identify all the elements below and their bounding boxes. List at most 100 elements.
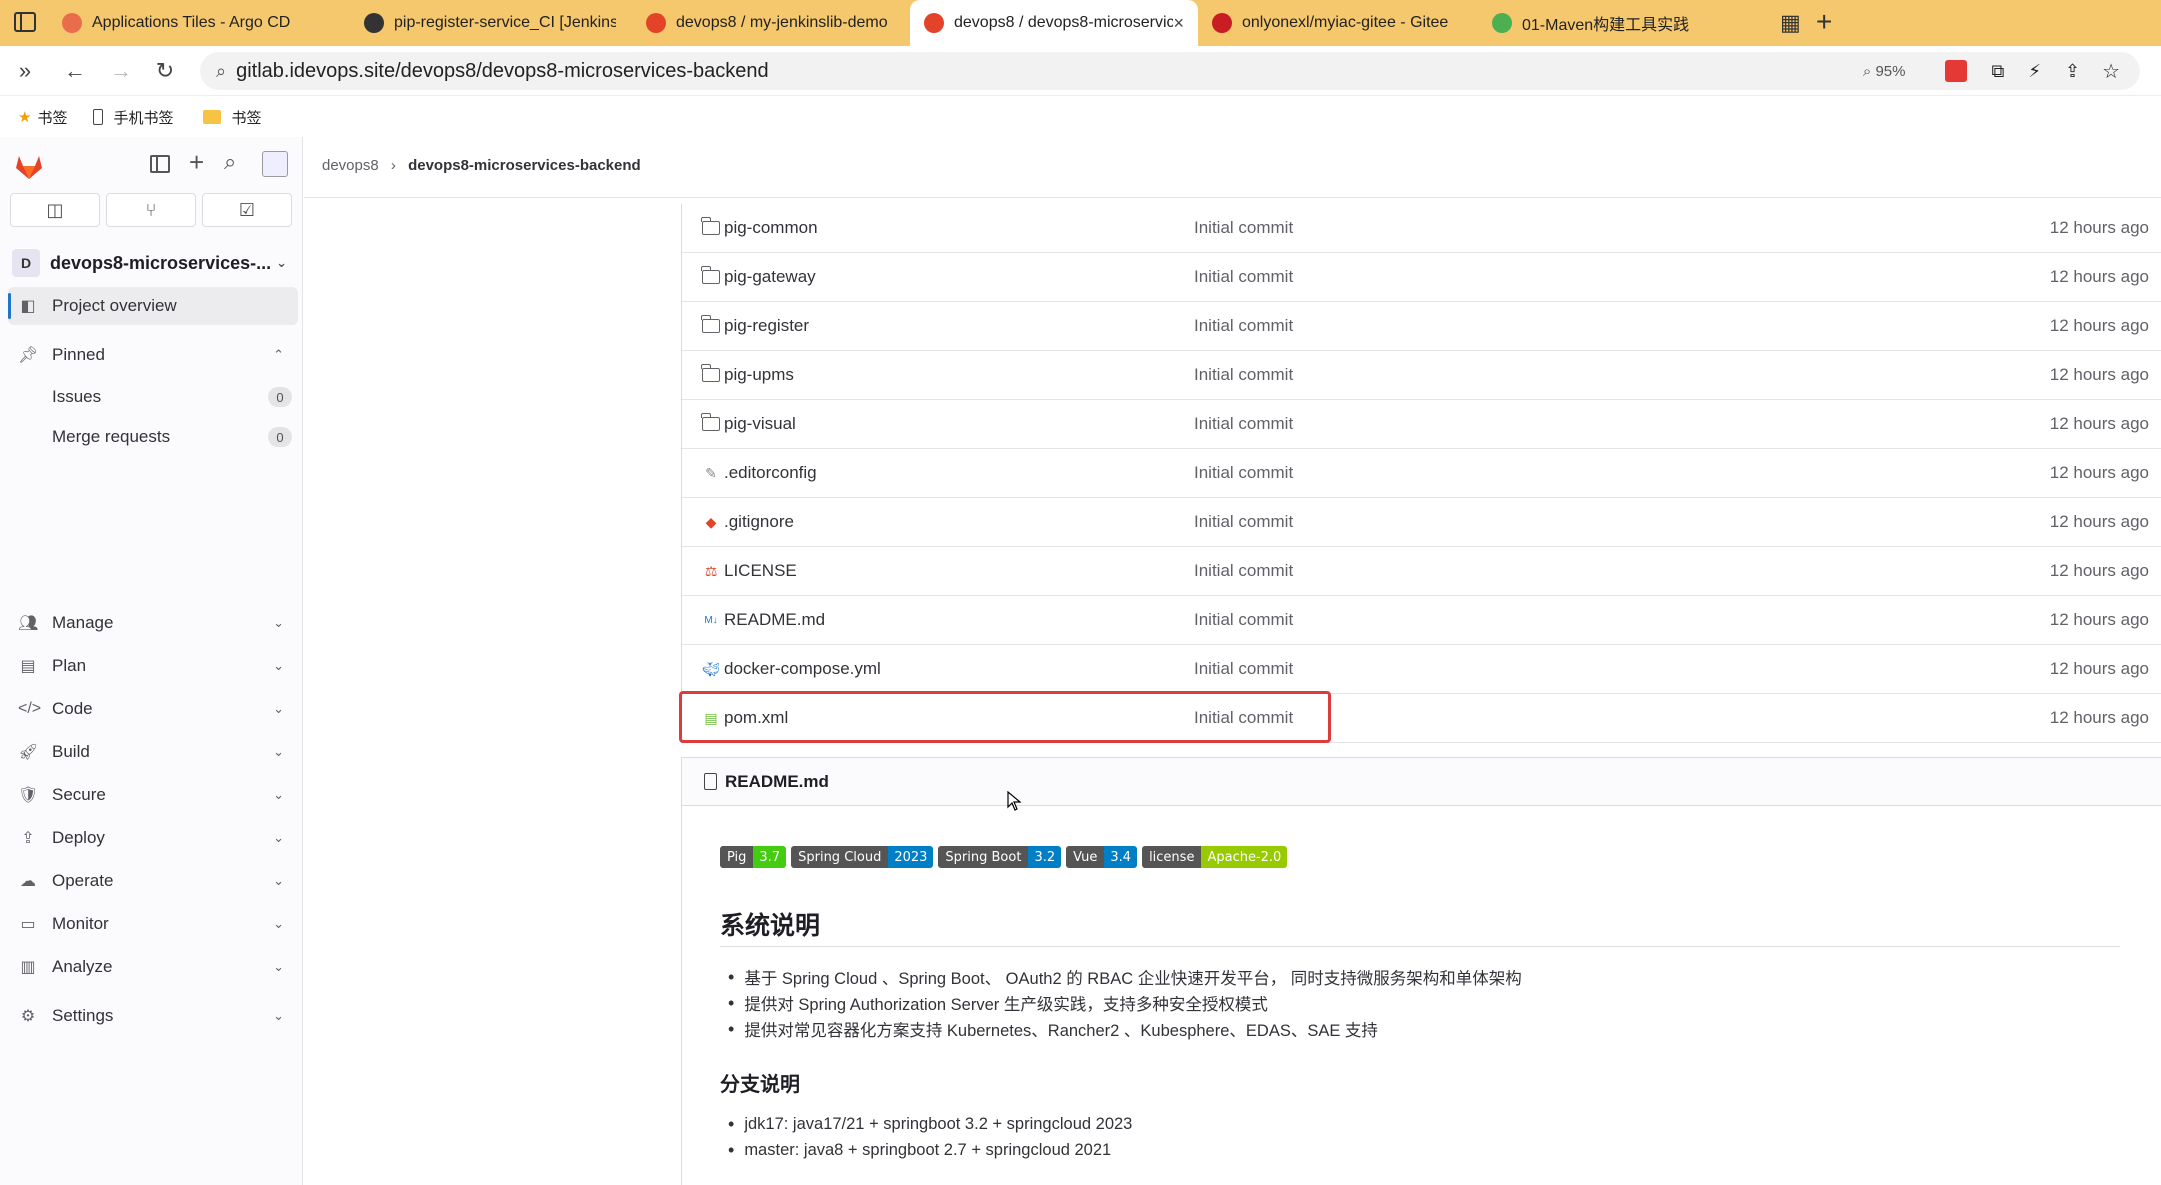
sidebar-toggle-icon[interactable] [14, 12, 36, 32]
nav-monitor[interactable]: ▭ Monitor ⌄ [8, 905, 298, 943]
commit-message[interactable]: Initial commit [1194, 365, 1293, 385]
file-name[interactable]: pig-gateway [724, 267, 816, 287]
commit-message[interactable]: Initial commit [1194, 414, 1293, 434]
browser-tab[interactable]: devops8 / devops8-microservices × [910, 0, 1198, 46]
todo-button[interactable]: ☑ [202, 193, 292, 227]
nav-pinned[interactable]: 📌︎ Pinned ⌃ [8, 336, 298, 374]
browser-tab[interactable]: 01-Maven构建工具实践 [1478, 0, 1758, 46]
commit-message[interactable]: Initial commit [1194, 512, 1293, 532]
file-name[interactable]: pig-upms [724, 365, 794, 385]
mouse-cursor-icon [1007, 791, 1021, 811]
readme-heading-branch: 分支说明 [720, 1074, 800, 1096]
nav-secure[interactable]: 🛡︎ Secure ⌄ [8, 776, 298, 814]
reload-icon[interactable]: ↻ [152, 58, 178, 84]
bookmark-item[interactable]: ★ 书签 [18, 107, 67, 128]
browser-tab[interactable]: pip-register-service_CI [Jenkins] [350, 0, 630, 46]
folder-shape [701, 217, 720, 235]
file-name[interactable]: README.md [724, 610, 825, 630]
extension-icon[interactable] [1945, 60, 1968, 82]
table-row[interactable]: ◆ .gitignore Initial commit 12 hours ago [682, 498, 2161, 547]
bookmark-item[interactable]: 手机书签 [93, 107, 173, 128]
tab-grid-icon[interactable]: ▦ [1780, 10, 1801, 36]
zoom-indicator[interactable]: ⌕ 95% [1863, 63, 1906, 80]
file-name[interactable]: docker-compose.yml [724, 659, 881, 679]
bookmarks-bar: ★ 书签 手机书签 书签 [0, 97, 2161, 137]
table-row[interactable]: 🐳︎ docker-compose.yml Initial commit 12 hou… [682, 645, 2161, 694]
breadcrumb-project[interactable]: devops8-microservices-backend [408, 157, 641, 174]
back-icon[interactable]: ← [62, 58, 88, 84]
search-icon: ⌕ [216, 60, 227, 81]
project-switcher[interactable]: D devops8-microservices-... ⌄ [12, 241, 297, 285]
forward-icon[interactable]: → [108, 58, 134, 84]
commit-message[interactable]: Initial commit [1194, 463, 1293, 483]
nav-issues[interactable]: Issues 0 [52, 379, 292, 415]
commit-message[interactable]: Initial commit [1194, 316, 1293, 336]
new-tab-icon[interactable]: + [1816, 6, 1832, 38]
browser-tab[interactable]: Applications Tiles - Argo CD [48, 0, 338, 46]
nav-analyze[interactable]: ▥ Analyze ⌄ [8, 948, 298, 986]
breadcrumb-group[interactable]: devops8 [322, 157, 379, 174]
commit-message[interactable]: Initial commit [1194, 267, 1293, 287]
star-icon[interactable]: ☆ [2102, 59, 2120, 84]
table-row[interactable]: pig-common Initial commit 12 hours ago [682, 204, 2161, 253]
commit-message[interactable]: Initial commit [1194, 218, 1293, 238]
bookmark-item[interactable]: 书签 [203, 107, 262, 128]
share-icon[interactable]: ⇪ [2065, 61, 2080, 82]
browser-tab[interactable]: onlyonexl/myiac-gitee - Gitee [1198, 0, 1478, 46]
create-new-icon[interactable]: + [189, 147, 204, 178]
shield-badge[interactable]: Pig 3.7 [720, 846, 787, 868]
file-name[interactable]: pig-visual [724, 414, 796, 434]
commit-message[interactable]: Initial commit [1194, 659, 1293, 679]
file-name[interactable]: .gitignore [724, 512, 794, 532]
avatar[interactable] [262, 151, 288, 177]
collapse-sidebar-icon[interactable] [150, 155, 170, 173]
search-icon[interactable]: ⌕ [224, 149, 236, 175]
commit-message[interactable]: Initial commit [1194, 610, 1293, 630]
url-input[interactable]: ⌕ gitlab.idevops.site/devops8/devops8-mi… [200, 52, 2140, 90]
table-row[interactable]: M↓ README.md Initial commit 12 hours ago [682, 596, 2161, 645]
shield-badge[interactable]: Spring Boot 3.2 [938, 846, 1062, 868]
table-row[interactable]: pig-register Initial commit 12 hours ago [682, 302, 2161, 351]
nav-deploy[interactable]: ⇪ Deploy ⌄ [8, 819, 298, 857]
tab-title: pip-register-service_CI [Jenkins] [394, 14, 616, 31]
nav-label: Pinned [52, 345, 105, 364]
file-name[interactable]: .editorconfig [724, 463, 817, 483]
readme-filename[interactable]: README.md [725, 772, 829, 792]
nav-plan[interactable]: ▤ Plan ⌄ [8, 647, 298, 685]
commit-message[interactable]: Initial commit [1194, 561, 1293, 581]
merge-requests-button[interactable]: ⑂ [106, 193, 196, 227]
nav-build[interactable]: 🚀︎ Build ⌄ [8, 733, 298, 771]
commit-time: 12 hours ago [2049, 218, 2149, 237]
file-name[interactable]: pig-register [724, 316, 809, 336]
issues-button[interactable]: ◫ [10, 193, 100, 227]
shield-badge[interactable]: Vue 3.4 [1066, 846, 1138, 868]
gitlab-sidebar: + ⌕ ◫ ⑂ ☑ D devops8-microservices-... ⌄ … [0, 137, 303, 1185]
nav-manage[interactable]: 👥︎ Manage ⌄ [8, 604, 298, 642]
close-icon[interactable]: × [1173, 13, 1184, 34]
file-name[interactable]: LICENSE [724, 561, 797, 581]
table-row[interactable]: ⚖ LICENSE Initial commit 12 hours ago [682, 547, 2161, 596]
browser-tab[interactable]: devops8 / my-jenkinslib-demo [632, 0, 910, 46]
shield-badge[interactable]: Spring Cloud 2023 [791, 846, 934, 868]
table-row[interactable]: pig-upms Initial commit 12 hours ago [682, 351, 2161, 400]
nav-label: Analyze [52, 957, 113, 976]
badge-value: 2023 [888, 846, 934, 868]
nav-code[interactable]: </> Code ⌄ [8, 690, 298, 728]
gitlab-logo[interactable] [14, 151, 44, 181]
table-row[interactable]: pig-visual Initial commit 12 hours ago [682, 400, 2161, 449]
divider [304, 197, 2161, 198]
lightning-icon[interactable]: ⚡ [2028, 61, 2041, 82]
license-icon: ⚖ [704, 562, 718, 579]
browser-tab-bar: Applications Tiles - Argo CD pip-register… [0, 0, 2161, 46]
table-row[interactable]: ✎ .editorconfig Initial commit 12 hours ago [682, 449, 2161, 498]
nav-operate[interactable]: ☁︎ Operate ⌄ [8, 862, 298, 900]
expand-icon[interactable]: » [12, 58, 38, 84]
table-row[interactable]: pig-gateway Initial commit 12 hours ago [682, 253, 2161, 302]
tab-title: devops8 / my-jenkinslib-demo [676, 14, 888, 31]
translate-icon[interactable]: ⧉ [1991, 61, 2004, 82]
nav-merge-requests[interactable]: Merge requests 0 [52, 419, 292, 455]
nav-project-overview[interactable]: ◧ Project overview [8, 287, 298, 325]
file-name[interactable]: pig-common [724, 218, 818, 238]
nav-settings[interactable]: ⚙︎ Settings ⌄ [8, 997, 298, 1035]
shield-badge[interactable]: license Apache-2.0 [1142, 846, 1288, 868]
